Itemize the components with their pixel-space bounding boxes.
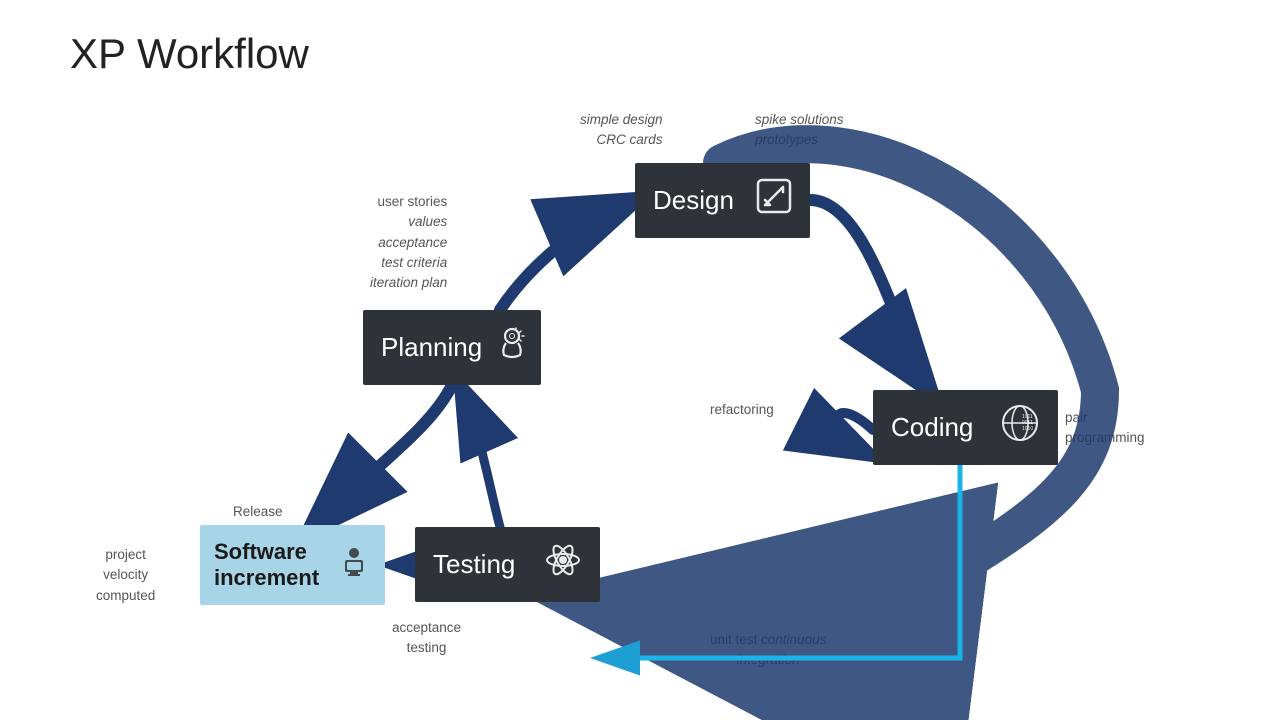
increment-icon (337, 545, 371, 586)
diagram-svg (0, 0, 1280, 720)
design-icon (756, 178, 792, 223)
annotation-design-left: simple designCRC cards (580, 110, 663, 151)
svg-text:1010: 1010 (1022, 426, 1033, 432)
testing-box: Testing (415, 527, 600, 602)
increment-box: Softwareincrement (200, 525, 385, 605)
annotation-planning: user storiesvaluesacceptancetest criteri… (370, 192, 447, 293)
increment-label: Softwareincrement (214, 539, 319, 592)
annotation-unit-test: unit test continuousintegration (710, 630, 826, 671)
design-box: Design (635, 163, 810, 238)
planning-label: Planning (381, 332, 482, 363)
annotation-pair-programming: pairprogramming (1065, 408, 1145, 449)
planning-icon (494, 325, 530, 370)
annotation-design-right: spike solutionsprototypes (755, 110, 844, 151)
coding-icon: 1011 0011 1010 (1000, 403, 1040, 452)
coding-box: Coding 1011 0011 1010 (873, 390, 1058, 465)
page-title: XP Workflow (70, 30, 309, 78)
testing-label: Testing (433, 549, 515, 580)
coding-label: Coding (891, 412, 973, 443)
annotation-acceptance-testing: acceptancetesting (392, 618, 461, 659)
testing-icon (544, 541, 582, 588)
design-label: Design (653, 185, 734, 216)
planning-box: Planning (363, 310, 541, 385)
annotation-velocity: projectvelocitycomputed (96, 545, 155, 606)
annotation-refactoring: refactoring (710, 400, 774, 420)
annotation-release: Release (233, 502, 283, 522)
